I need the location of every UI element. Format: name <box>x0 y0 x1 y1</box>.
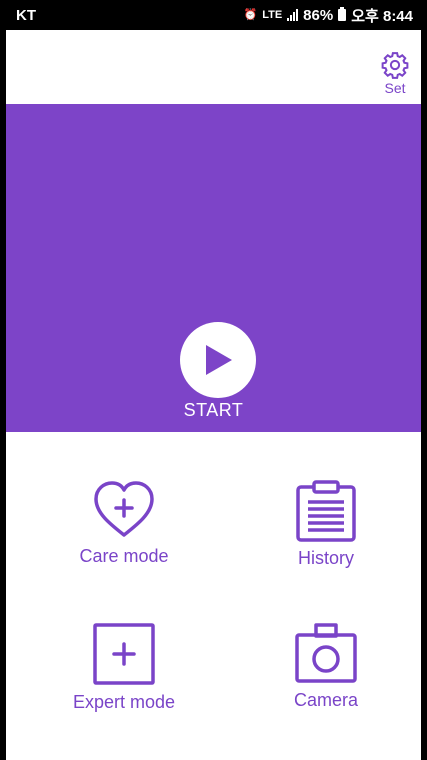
play-icon <box>206 345 232 375</box>
gear-icon <box>381 52 409 79</box>
camera-label: Camera <box>293 690 359 710</box>
start-button[interactable] <box>180 322 256 398</box>
camera-icon <box>295 623 357 683</box>
battery-icon <box>338 7 347 21</box>
square-plus-icon <box>93 623 155 685</box>
history-button[interactable]: History <box>236 480 416 600</box>
settings-button[interactable]: Set <box>375 50 415 102</box>
start-label: START <box>183 400 244 420</box>
network-label: LTE <box>262 8 283 21</box>
status-icons: ⏰ LTE 86% 오후 8:44 <box>244 5 414 26</box>
history-label: History <box>297 548 354 568</box>
settings-label: Set <box>384 80 406 96</box>
status-bar: KT ⏰ LTE 86% 오후 8:44 <box>6 0 421 30</box>
care-mode-label: Care mode <box>79 546 169 566</box>
signal-icon <box>287 9 299 21</box>
start-panel: START <box>6 104 421 432</box>
expert-mode-button[interactable]: Expert mode <box>34 622 214 742</box>
alarm-icon: ⏰ <box>243 8 258 21</box>
heart-plus-icon <box>94 481 154 537</box>
app-screen: KT ⏰ LTE 86% 오후 8:44 Set START Care mode… <box>6 0 421 760</box>
clock: 오후 8:44 <box>351 7 413 25</box>
expert-mode-label: Expert mode <box>72 692 176 712</box>
care-mode-button[interactable]: Care mode <box>34 480 214 600</box>
clipboard-icon <box>296 480 356 542</box>
camera-button[interactable]: Camera <box>236 622 416 742</box>
battery-percent: 86% <box>303 6 334 24</box>
carrier-label: KT <box>16 6 36 24</box>
